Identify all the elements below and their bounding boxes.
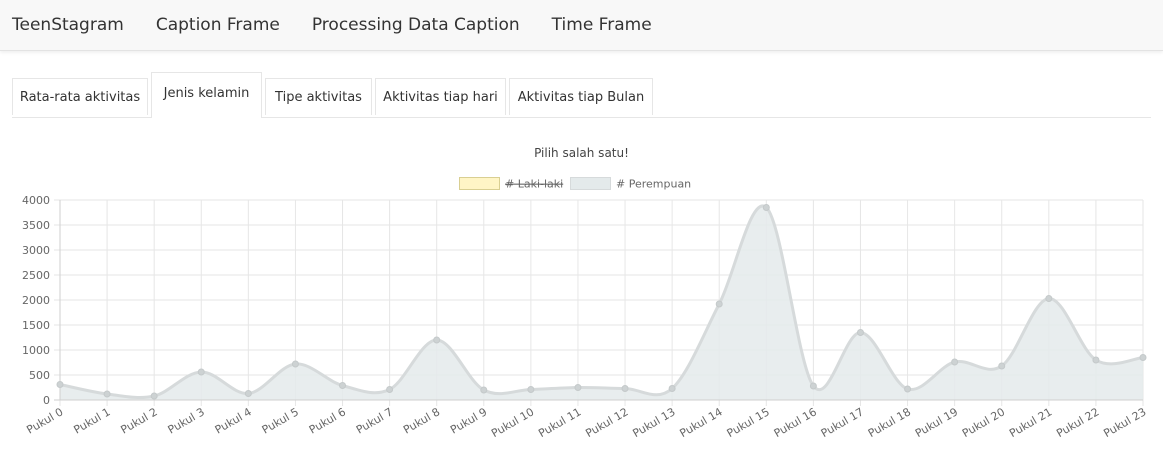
area-chart: # Laki-laki # Perempuan 0 500 1000 1500 2000 25… <box>22 177 1149 440</box>
x-tick-label: Pukul 18 <box>866 405 913 440</box>
tab-tipe-aktivitas[interactable]: Tipe aktivitas <box>265 78 372 115</box>
y-tick-label: 3500 <box>22 219 50 232</box>
data-point-perempuan <box>762 204 770 211</box>
data-point-perempuan <box>197 368 205 376</box>
series-line-perempuan <box>59 204 1144 400</box>
data-point-perempuan <box>715 300 723 308</box>
x-tick-label: Pukul 9 <box>448 405 489 436</box>
x-tick-label: Pukul 10 <box>489 405 536 440</box>
y-tick-label: 0 <box>43 394 50 407</box>
legend-swatch-perempuan <box>570 177 611 190</box>
legend-label-perempuan: # Perempuan <box>616 178 691 191</box>
x-tick-label: Pukul 22 <box>1054 405 1101 440</box>
x-tick-label: Pukul 13 <box>630 405 677 440</box>
data-point-perempuan <box>150 392 158 400</box>
brand-link[interactable]: TeenStagram <box>12 15 124 35</box>
data-point-perempuan <box>103 390 111 398</box>
x-tick-label: Pukul 19 <box>913 405 960 440</box>
x-tick-label: Pukul 2 <box>119 405 160 436</box>
y-tick-label: 4000 <box>22 194 50 207</box>
chart-title: Pilih salah satu! <box>534 146 629 160</box>
x-tick-label: Pukul 4 <box>213 405 254 436</box>
data-point-perempuan <box>244 390 252 397</box>
series-area-perempuan <box>60 205 1143 400</box>
nav-link-processing-data-caption[interactable]: Processing Data Caption <box>312 15 520 35</box>
x-tick-label: Pukul 16 <box>772 405 819 440</box>
y-tick-label: 1000 <box>22 344 50 357</box>
x-tick-label: Pukul 14 <box>678 405 725 440</box>
nav-link-caption-frame[interactable]: Caption Frame <box>156 15 280 35</box>
x-tick-label: Pukul 0 <box>24 405 65 436</box>
x-tick-label: Pukul 23 <box>1101 405 1148 440</box>
x-tick-label: Pukul 21 <box>1007 405 1054 440</box>
y-tick-label: 3000 <box>22 244 50 257</box>
tab-rata-rata-aktivitas[interactable]: Rata-rata aktivitas <box>12 78 148 115</box>
data-point-perempuan <box>809 382 817 390</box>
data-point-perempuan <box>998 362 1006 370</box>
y-tick-label: 1500 <box>22 319 50 332</box>
data-point-perempuan <box>56 381 64 388</box>
tab-bar: Rata-rata aktivitas Jenis kelamin Tipe a… <box>12 72 1151 118</box>
legend-label-laki-laki: # Laki-laki <box>505 178 563 191</box>
nav-link-time-frame[interactable]: Time Frame <box>552 15 652 35</box>
x-tick-label: Pukul 17 <box>819 405 866 440</box>
tab-aktivitas-tiap-hari[interactable]: Aktivitas tiap hari <box>375 78 506 115</box>
data-point-perempuan <box>1045 295 1053 302</box>
x-tick-label: Pukul 5 <box>260 405 301 436</box>
x-tick-label: Pukul 12 <box>583 405 630 440</box>
x-tick-label: Pukul 8 <box>401 405 442 436</box>
data-point-perempuan <box>291 360 299 368</box>
data-point-perempuan <box>433 336 441 344</box>
data-point-perempuan <box>621 385 629 392</box>
data-point-perempuan <box>339 382 347 389</box>
data-point-perempuan <box>480 386 488 394</box>
x-tick-label: Pukul 7 <box>354 405 395 436</box>
x-tick-label: Pukul 20 <box>960 405 1007 440</box>
x-tick-label: Pukul 1 <box>71 405 112 436</box>
data-point-perempuan <box>668 385 676 392</box>
data-point-perempuan <box>856 329 864 336</box>
y-tick-label: 2500 <box>22 269 50 282</box>
data-point-perempuan <box>1139 354 1147 361</box>
data-point-perempuan <box>951 358 959 366</box>
y-tick-label: 2000 <box>22 294 50 307</box>
legend-swatch-laki-laki <box>459 177 500 190</box>
tab-aktivitas-tiap-bulan[interactable]: Aktivitas tiap Bulan <box>509 78 653 115</box>
data-point-perempuan <box>574 384 582 391</box>
data-point-perempuan <box>386 386 394 393</box>
x-tick-label: Pukul 11 <box>536 405 583 440</box>
tab-jenis-kelamin[interactable]: Jenis kelamin <box>151 72 262 118</box>
y-tick-label: 500 <box>29 369 50 382</box>
x-tick-label: Pukul 15 <box>725 405 772 440</box>
x-tick-label: Pukul 6 <box>307 405 348 436</box>
data-point-perempuan <box>527 386 535 393</box>
navbar: TeenStagram Caption Frame Processing Dat… <box>0 0 1163 51</box>
data-point-perempuan <box>1092 356 1100 364</box>
data-point-perempuan <box>904 385 912 393</box>
x-tick-label: Pukul 3 <box>166 405 207 436</box>
